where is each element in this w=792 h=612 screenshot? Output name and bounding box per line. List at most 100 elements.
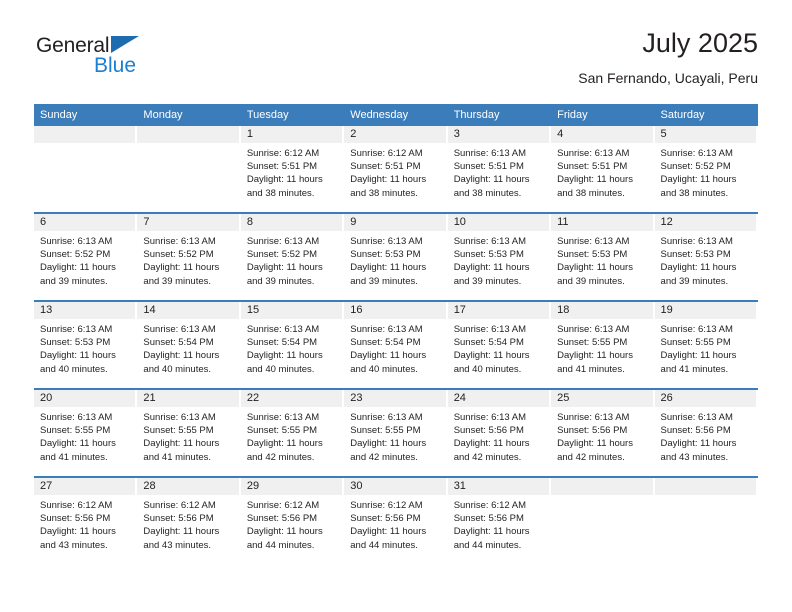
- day-number: 27: [34, 478, 136, 495]
- daylight-text-line2: and 38 minutes.: [453, 187, 522, 199]
- calendar-day-cell[interactable]: 26 Sunrise: 6:13 AM Sunset: 5:56 PM Dayligh…: [654, 390, 758, 476]
- day-number: 13: [34, 302, 136, 319]
- daylight-text-line2: and 43 minutes.: [660, 451, 729, 463]
- calendar-day-cell-empty: [137, 126, 240, 212]
- sunrise-text: Sunrise: 6:13 AM: [660, 412, 733, 423]
- calendar-day-cell[interactable]: 29 Sunrise: 6:12 AM Sunset: 5:56 PM Dayligh…: [240, 478, 344, 566]
- calendar-day-cell[interactable]: 10 Sunrise: 6:13 AM Sunset: 5:53 PM Dayligh…: [447, 214, 551, 300]
- sunrise-text: Sunrise: 6:13 AM: [350, 324, 423, 335]
- sunset-text: Sunset: 5:51 PM: [453, 161, 524, 173]
- daylight-text-line2: and 40 minutes.: [40, 363, 108, 375]
- calendar-day-cell[interactable]: 9 Sunrise: 6:13 AM Sunset: 5:53 PM Daylight…: [344, 214, 447, 300]
- calendar-day-cell[interactable]: 2 Sunrise: 6:12 AM Sunset: 5:51 PM Daylight…: [344, 126, 447, 212]
- calendar-day-cell[interactable]: 22 Sunrise: 6:13 AM Sunset: 5:55 PM Dayligh…: [240, 390, 344, 476]
- sunrise-text: Sunrise: 6:13 AM: [246, 324, 320, 335]
- day-number: 21: [137, 390, 239, 407]
- calendar-grid: Sunday Monday Tuesday Wednesday Thursday…: [34, 104, 758, 566]
- calendar-weeks: 1 Sunrise: 6:12 AM Sunset: 5:51 PM Daylight…: [34, 126, 758, 566]
- calendar-day-cell[interactable]: 7 Sunrise: 6:13 AM Sunset: 5:52 PM Daylight…: [137, 214, 240, 300]
- calendar-week-row: 20 Sunrise: 6:13 AM Sunset: 5:55 PM Dayligh…: [34, 390, 758, 478]
- sunset-text: Sunset: 5:56 PM: [557, 425, 628, 437]
- calendar-day-cell[interactable]: 21 Sunrise: 6:13 AM Sunset: 5:55 PM Dayligh…: [137, 390, 240, 476]
- day-sun-info: Sunrise: 6:13 AM Sunset: 5:56 PM Daylight:…: [655, 407, 756, 464]
- logo-triangle-icon: [111, 36, 139, 53]
- daylight-text-line2: and 38 minutes.: [350, 187, 418, 199]
- day-sun-info: Sunrise: 6:13 AM Sunset: 5:52 PM Daylight:…: [241, 231, 342, 288]
- calendar-day-cell[interactable]: 15 Sunrise: 6:13 AM Sunset: 5:54 PM Dayligh…: [240, 302, 344, 388]
- calendar-day-cell[interactable]: 31 Sunrise: 6:12 AM Sunset: 5:56 PM Dayligh…: [447, 478, 551, 566]
- day-number: 23: [344, 390, 446, 407]
- sunset-text: Sunset: 5:54 PM: [453, 337, 524, 349]
- sunrise-text: Sunrise: 6:13 AM: [660, 148, 733, 159]
- day-number: 19: [654, 302, 756, 319]
- calendar-day-cell[interactable]: 3 Sunrise: 6:13 AM Sunset: 5:51 PM Daylight…: [447, 126, 551, 212]
- sunrise-text: Sunrise: 6:13 AM: [40, 236, 113, 247]
- day-sun-info: Sunrise: 6:13 AM Sunset: 5:56 PM Daylight:…: [448, 407, 549, 464]
- day-sun-info: Sunrise: 6:13 AM Sunset: 5:52 PM Daylight:…: [137, 231, 238, 288]
- daylight-text-line1: Daylight: 11 hours: [246, 526, 323, 538]
- daylight-text-line1: Daylight: 11 hours: [557, 350, 633, 362]
- sunset-text: Sunset: 5:56 PM: [453, 425, 524, 437]
- daylight-text-line1: Daylight: 11 hours: [350, 350, 427, 362]
- calendar-week-row: 27 Sunrise: 6:12 AM Sunset: 5:56 PM Dayligh…: [34, 478, 758, 566]
- sunrise-text: Sunrise: 6:12 AM: [40, 500, 113, 511]
- calendar-day-cell[interactable]: 17 Sunrise: 6:13 AM Sunset: 5:54 PM Dayligh…: [447, 302, 551, 388]
- sunset-text: Sunset: 5:56 PM: [350, 513, 421, 525]
- calendar-day-cell[interactable]: 20 Sunrise: 6:13 AM Sunset: 5:55 PM Dayligh…: [34, 390, 137, 476]
- sunset-text: Sunset: 5:55 PM: [40, 425, 111, 437]
- calendar-day-cell[interactable]: 4 Sunrise: 6:13 AM Sunset: 5:51 PM Daylight…: [551, 126, 654, 212]
- calendar-day-cell[interactable]: 18 Sunrise: 6:13 AM Sunset: 5:55 PM Dayligh…: [551, 302, 654, 388]
- calendar-day-cell[interactable]: 23 Sunrise: 6:13 AM Sunset: 5:55 PM Dayligh…: [344, 390, 447, 476]
- sunrise-text: Sunrise: 6:13 AM: [40, 324, 113, 335]
- daylight-text-line1: Daylight: 11 hours: [557, 174, 633, 186]
- sunrise-text: Sunrise: 6:13 AM: [453, 324, 527, 335]
- daylight-text-line1: Daylight: 11 hours: [350, 438, 427, 450]
- page-header: General Blue July 2025 San Fernando, Uca…: [34, 30, 758, 90]
- day-number: 12: [654, 214, 756, 231]
- daylight-text-line2: and 40 minutes.: [246, 363, 315, 375]
- calendar-day-cell[interactable]: 27 Sunrise: 6:12 AM Sunset: 5:56 PM Dayligh…: [34, 478, 137, 566]
- calendar-day-cell[interactable]: 8 Sunrise: 6:13 AM Sunset: 5:52 PM Daylight…: [240, 214, 344, 300]
- day-number: 8: [240, 214, 343, 231]
- calendar-day-cell[interactable]: 24 Sunrise: 6:13 AM Sunset: 5:56 PM Dayligh…: [447, 390, 551, 476]
- sunrise-text: Sunrise: 6:12 AM: [143, 500, 216, 511]
- day-number: [551, 478, 653, 495]
- day-sun-info: Sunrise: 6:13 AM Sunset: 5:52 PM Daylight:…: [655, 143, 756, 200]
- calendar-day-cell[interactable]: 30 Sunrise: 6:12 AM Sunset: 5:56 PM Dayligh…: [344, 478, 447, 566]
- calendar-day-cell[interactable]: 19 Sunrise: 6:13 AM Sunset: 5:55 PM Dayligh…: [654, 302, 758, 388]
- sunset-text: Sunset: 5:53 PM: [453, 249, 524, 261]
- sunset-text: Sunset: 5:55 PM: [350, 425, 421, 437]
- calendar-day-cell[interactable]: 11 Sunrise: 6:13 AM Sunset: 5:53 PM Dayligh…: [551, 214, 654, 300]
- day-number: 30: [344, 478, 446, 495]
- daylight-text-line2: and 38 minutes.: [246, 187, 315, 199]
- sunset-text: Sunset: 5:55 PM: [557, 337, 628, 349]
- day-number: 5: [654, 126, 756, 143]
- calendar-day-cell[interactable]: 14 Sunrise: 6:13 AM Sunset: 5:54 PM Dayligh…: [137, 302, 240, 388]
- sunset-text: Sunset: 5:51 PM: [557, 161, 628, 173]
- sunrise-text: Sunrise: 6:13 AM: [557, 324, 630, 335]
- day-sun-info: Sunrise: 6:13 AM Sunset: 5:53 PM Daylight:…: [34, 319, 135, 376]
- calendar-day-cell[interactable]: 16 Sunrise: 6:13 AM Sunset: 5:54 PM Dayligh…: [344, 302, 447, 388]
- calendar-day-cell[interactable]: 12 Sunrise: 6:13 AM Sunset: 5:53 PM Dayligh…: [654, 214, 758, 300]
- calendar-day-cell[interactable]: 5 Sunrise: 6:13 AM Sunset: 5:52 PM Daylight…: [654, 126, 758, 212]
- calendar-day-cell[interactable]: 13 Sunrise: 6:13 AM Sunset: 5:53 PM Dayligh…: [34, 302, 137, 388]
- daylight-text-line1: Daylight: 11 hours: [660, 438, 737, 450]
- daylight-text-line1: Daylight: 11 hours: [660, 350, 737, 362]
- calendar-day-cell[interactable]: 25 Sunrise: 6:13 AM Sunset: 5:56 PM Dayligh…: [551, 390, 654, 476]
- calendar-day-cell[interactable]: 1 Sunrise: 6:12 AM Sunset: 5:51 PM Daylight…: [240, 126, 344, 212]
- general-blue-logo[interactable]: General Blue: [34, 33, 204, 85]
- sunset-text: Sunset: 5:52 PM: [660, 161, 731, 173]
- day-number: 18: [551, 302, 653, 319]
- calendar-day-cell[interactable]: 6 Sunrise: 6:13 AM Sunset: 5:52 PM Daylight…: [34, 214, 137, 300]
- day-sun-info: Sunrise: 6:13 AM Sunset: 5:55 PM Daylight:…: [241, 407, 342, 464]
- sunset-text: Sunset: 5:54 PM: [246, 337, 318, 349]
- sunrise-text: Sunrise: 6:13 AM: [660, 324, 733, 335]
- day-number: 1: [240, 126, 343, 143]
- sunset-text: Sunset: 5:52 PM: [40, 249, 111, 261]
- weekday-header-tuesday: Tuesday: [246, 109, 289, 121]
- sunrise-text: Sunrise: 6:13 AM: [453, 148, 527, 159]
- daylight-text-line1: Daylight: 11 hours: [246, 350, 323, 362]
- day-sun-info: Sunrise: 6:12 AM Sunset: 5:51 PM Daylight:…: [344, 143, 445, 200]
- sunset-text: Sunset: 5:56 PM: [40, 513, 111, 525]
- calendar-day-cell[interactable]: 28 Sunrise: 6:12 AM Sunset: 5:56 PM Dayligh…: [137, 478, 240, 566]
